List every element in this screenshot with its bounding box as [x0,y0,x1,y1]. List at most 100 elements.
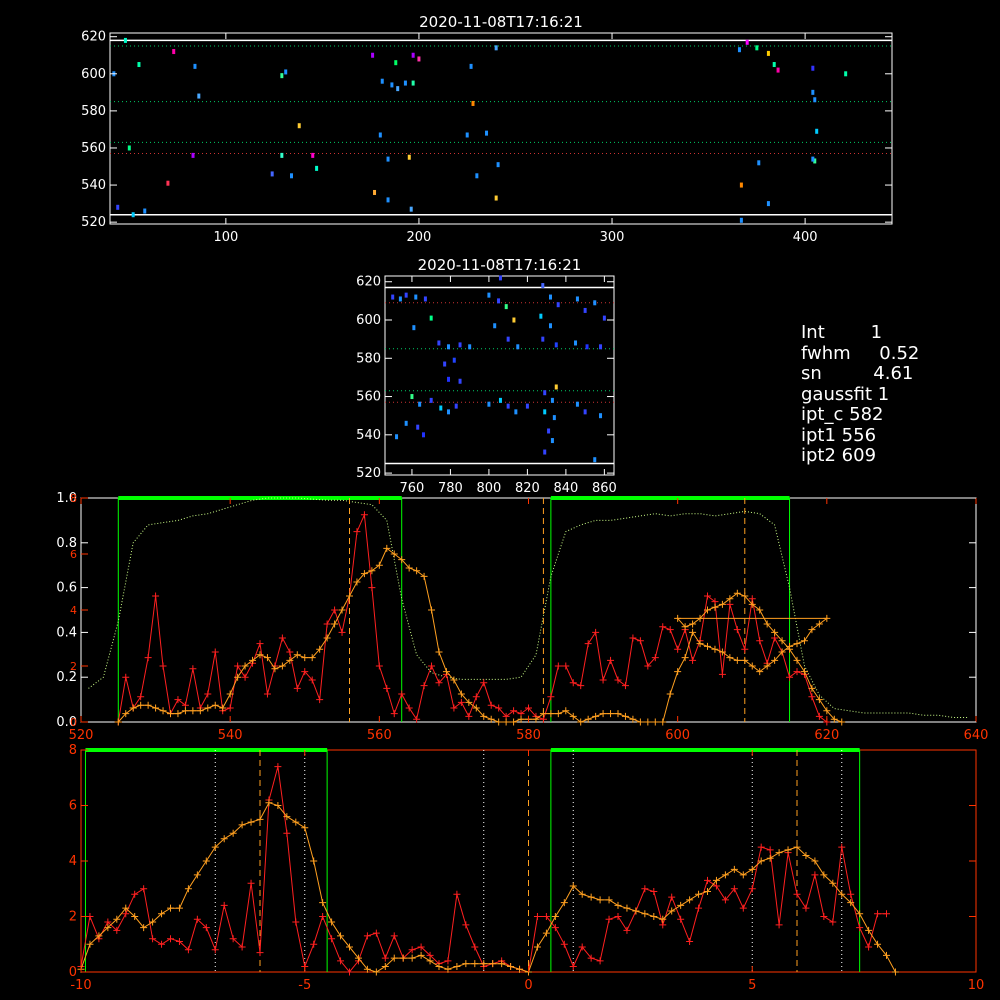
profile-vs-offset-raw-point [614,913,622,920]
spectrogram-zoom-pixel [429,397,433,403]
spectrogram-wide-pixel [757,160,761,166]
profile-vs-pixel-raw-point [420,682,428,690]
spectrogram-zoom-pixel [550,438,554,444]
spectrogram-wide-pixel [407,154,411,160]
spectrogram-wide-pixel [280,73,284,79]
profile-vs-offset-smooth-point [865,926,873,934]
profile-vs-pixel-smooth-line [117,547,842,723]
profile-vs-offset-raw-point [739,904,747,912]
spectrogram-wide-pixel [116,204,120,210]
spectrogram-wide-pixel [471,100,475,106]
profile-vs-offset-smooth-point [686,896,694,904]
profile-vs-offset-raw-point [856,924,864,932]
profile-vs-pixel-fit-window [550,497,791,722]
spectrogram-zoom-pixel [395,434,399,440]
spectrogram-zoom-xtick-label: 760 [400,481,425,496]
profile-vs-offset-smooth-point [184,885,192,893]
profile-vs-pixel-raw-point [353,528,361,536]
profile-vs-pixel-raw-point [577,682,585,690]
profile-vs-offset-raw-point [560,940,568,948]
profile-vs-offset-raw-point [874,910,882,918]
profile-vs-offset-smooth-point [408,954,416,962]
profile-vs-pixel-xtick-label: 600 [665,728,690,743]
profile-vs-pixel-smooth-point [793,640,801,648]
profile-vs-pixel-raw-point [405,704,413,712]
profile-vs-pixel-raw-point [293,684,301,692]
profile-vs-offset-raw-point [131,890,139,898]
profile-vs-pixel-smooth-point [666,690,674,698]
spectrogram-wide-pixel [494,45,498,51]
profile-vs-pixel-right-ytick-label: 8 [70,492,77,505]
profile-vs-pixel-smooth-point [137,701,145,709]
spectrogram-wide-pixel [191,152,195,158]
spectrogram-wide-frame [109,32,893,225]
spectrogram-wide-pixel [172,49,176,55]
spectrogram-zoom-pixel [514,409,518,415]
profile-vs-offset-smooth-point [614,901,622,909]
profile-vs-offset-ytick-label: 6 [69,799,77,814]
spectrogram-wide-pixel [776,67,780,73]
profile-vs-offset-smooth-point [739,871,747,879]
profile-vs-pixel-smooth-point [495,718,503,726]
spectrogram-zoom-ytick-label: 600 [356,313,381,328]
spectrogram-zoom-pixel [391,294,395,300]
ipt1-label: ipt1 [801,424,836,446]
spectrogram-wide-pixel [280,152,284,158]
profile-vs-offset-smooth-point [596,896,604,904]
sn-value: 4.61 [873,363,914,384]
profile-vs-pixel-right-ytick-label: 2 [70,660,77,673]
spectrogram-wide-pixel [813,97,817,103]
profile-vs-offset-raw-point [533,913,541,920]
spectrogram-wide-xtick-label: 200 [407,230,432,245]
profile-vs-offset-raw-point [704,876,711,884]
spectrogram-zoom-pixel [506,336,510,342]
profile-vs-offset-raw-point [641,885,649,893]
profile-vs-pixel-right-ytick-label: 4 [70,604,77,617]
profile-vs-offset-smooth-point [695,890,703,898]
profile-vs-pixel-raw-point [144,654,152,662]
profile-vs-offset-xtick-label: 5 [748,978,756,993]
spectrogram-wide-pixel [270,171,274,177]
profile-vs-pixel-smooth-point [383,544,391,552]
spectrogram-zoom-xtick-label: 820 [515,481,540,496]
profile-vs-pixel-xtick-label: 620 [814,728,839,743]
profile-vs-offset-smooth-point [175,904,183,912]
profile-vs-pixel-raw-point [808,693,816,701]
profile-vs-offset-raw-point [328,935,336,943]
profile-vs-pixel-smooth-point [301,654,309,662]
spectrogram-wide-pixel [815,128,819,134]
profile-vs-pixel-raw-point [174,696,182,704]
spectrogram-wide-title: 2020-11-08T17:16:21 [419,13,583,31]
profile-vs-pixel-smooth-point [211,701,219,709]
profile-vs-pixel-raw-point [263,690,271,698]
profile-vs-pixel-smooth-point [547,710,555,718]
profile-vs-offset-raw-point [865,943,873,951]
profile-vs-offset-raw-point [381,954,389,962]
profile-vs-pixel-smooth-point [502,718,510,726]
spectrogram-zoom-pixel [414,294,418,300]
spectrogram-zoom-pixel [404,420,408,426]
spectrogram-wide-pixel [390,82,394,88]
profile-vs-offset-xtick-label: -10 [70,978,91,993]
profile-vs-offset-smooth-point [533,943,541,951]
profile-vs-offset-raw-point [247,879,255,887]
spectrogram-zoom-pixel [498,397,502,403]
profile-vs-offset-smooth-point [426,957,434,965]
spectrogram-wide-pixel [739,217,743,223]
profile-vs-offset-raw-point [283,829,291,837]
spectrogram-zoom-pixel [493,323,497,329]
profile-vs-offset-smooth-point [453,962,461,970]
spectrogram-wide-pixel [137,62,141,68]
ipt-c-value: 582 [849,404,884,425]
spectrogram-wide-pixel [745,39,749,45]
spectrogram-wide-pixel [766,201,770,207]
profile-vs-pixel-raw-point [569,679,577,687]
profile-vs-offset-smooth-point [587,893,595,901]
profile-vs-pixel-raw-point [375,662,383,670]
spectrogram-wide-pixel [411,52,415,58]
profile-vs-pixel-raw-point [360,511,368,519]
profile-vs-pixel-smooth-point [204,704,212,712]
profile-vs-pixel-smooth-point [189,707,197,715]
profile-vs-pixel-smooth-point [674,668,682,676]
spectrogram-wide-pixel [380,78,384,84]
